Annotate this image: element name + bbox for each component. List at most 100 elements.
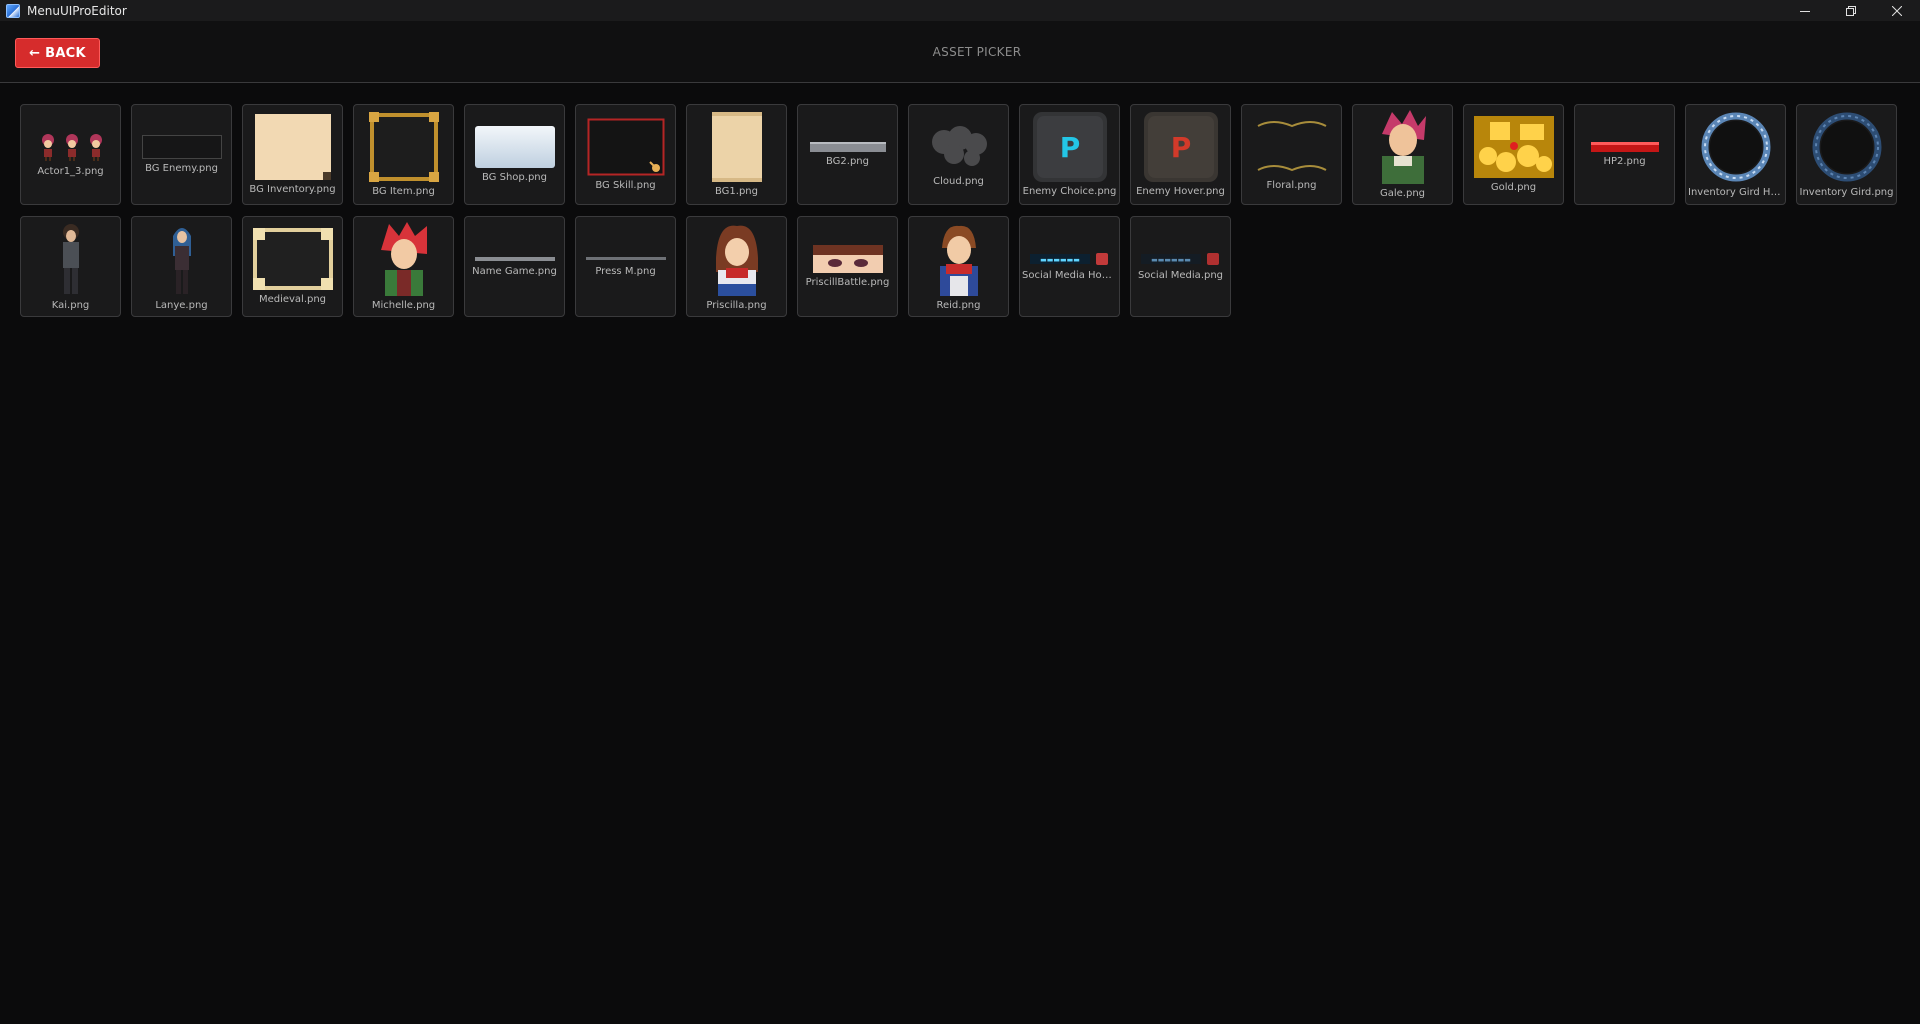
asset-label: Social Media.png (1137, 270, 1224, 281)
asset-label: Press M.png (595, 266, 656, 277)
social-banner-icon: ▬▬▬▬▬▬ (1140, 252, 1221, 266)
red-frame-icon (587, 118, 665, 176)
asset-tile[interactable]: BG Skill.png (575, 104, 676, 205)
asset-tile[interactable]: Priscilla.png (686, 216, 787, 317)
restore-button[interactable] (1828, 0, 1874, 21)
close-icon (1892, 5, 1902, 16)
asset-label: Social Media Hove... (1022, 270, 1117, 281)
asset-label: BG Item.png (372, 186, 435, 197)
close-button[interactable] (1874, 0, 1920, 21)
cloud-icon (924, 122, 994, 172)
asset-tile[interactable]: Floral.png (1241, 104, 1342, 205)
asset-tile[interactable]: BG1.png (686, 104, 787, 205)
asset-tile[interactable]: Medieval.png (242, 216, 343, 317)
asset-tile[interactable]: P Enemy Choice.png (1019, 104, 1120, 205)
asset-label: Lanye.png (155, 300, 208, 311)
asset-label: Gale.png (1379, 188, 1426, 199)
asset-grid: Actor1_3.png BG Enemy.png BG Inventory.png… (20, 104, 1897, 317)
asset-label: Priscilla.png (706, 300, 767, 311)
asset-label: Cloud.png (933, 176, 984, 187)
character-portrait-red-icon (373, 222, 435, 296)
asset-tile[interactable]: Michelle.png (353, 216, 454, 317)
asset-label: Inventory Gird.png (1799, 187, 1894, 198)
asset-tile[interactable]: BG2.png (797, 104, 898, 205)
asset-tile[interactable]: Name Game.png (464, 216, 565, 317)
character-portrait-brown-icon (706, 222, 768, 296)
window-title: MenuUIProEditor (27, 3, 127, 18)
asset-label: BG1.png (714, 186, 758, 197)
asset-tile[interactable]: ▬▬▬▬▬▬ Social Media Hove... (1019, 216, 1120, 317)
asset-label: BG Skill.png (595, 180, 656, 191)
page-title: ASSET PICKER (932, 45, 1022, 59)
asset-label: HP2.png (1603, 156, 1646, 167)
text-strip-small-icon (585, 256, 666, 262)
svg-text:▬▬▬▬▬▬: ▬▬▬▬▬▬ (1040, 256, 1080, 264)
asset-label: Inventory Gird Ho... (1688, 187, 1783, 198)
asset-label: Michelle.png (371, 300, 436, 311)
asset-label: Floral.png (1266, 180, 1317, 191)
light-panel-icon (474, 126, 555, 168)
parchment-scroll-icon (711, 112, 762, 182)
asset-tile[interactable]: Kai.png (20, 216, 121, 317)
svg-text:P: P (1059, 131, 1080, 164)
minimize-button[interactable] (1782, 0, 1828, 21)
asset-tile[interactable]: BG Inventory.png (242, 104, 343, 205)
asset-label: Reid.png (936, 300, 981, 311)
blue-ring-icon (1811, 111, 1883, 183)
window-controls (1782, 0, 1920, 21)
ornate-frame-icon (252, 228, 333, 290)
asset-tile[interactable]: Inventory Gird.png (1796, 104, 1897, 205)
restore-icon (1846, 5, 1856, 16)
asset-tile[interactable]: PriscillBattle.png (797, 216, 898, 317)
asset-tile[interactable]: Reid.png (908, 216, 1009, 317)
asset-label: Gold.png (1490, 182, 1537, 193)
asset-label: PriscillBattle.png (805, 277, 890, 288)
asset-tile[interactable]: Actor1_3.png (20, 104, 121, 205)
app-icon (6, 3, 20, 18)
asset-label: Medieval.png (258, 294, 327, 305)
asset-label: Enemy Choice.png (1022, 186, 1117, 197)
asset-label: Actor1_3.png (37, 166, 104, 177)
asset-label: BG Enemy.png (145, 163, 218, 174)
title-bar: MenuUIProEditor (0, 0, 1920, 21)
asset-tile[interactable]: ▬▬▬▬▬▬ Social Media.png (1130, 216, 1231, 317)
parchment-panel-icon (254, 114, 331, 180)
standing-character-blue-icon (167, 222, 197, 296)
standing-character-icon (56, 222, 86, 296)
svg-text:P: P (1170, 131, 1191, 164)
asset-tile[interactable]: Gale.png (1352, 104, 1453, 205)
asset-tile[interactable]: BG Shop.png (464, 104, 565, 205)
asset-tile[interactable]: BG Item.png (353, 104, 454, 205)
face-closeup-icon (812, 245, 883, 273)
svg-text:▬▬▬▬▬▬: ▬▬▬▬▬▬ (1151, 256, 1191, 264)
minimize-icon (1800, 10, 1810, 12)
asset-label: Name Game.png (472, 266, 557, 277)
asset-tile[interactable]: Lanye.png (131, 216, 232, 317)
floral-ornament-icon (1253, 118, 1331, 176)
asset-tile[interactable]: BG Enemy.png (131, 104, 232, 205)
chibi-sprites-icon (36, 132, 106, 162)
asset-tile[interactable]: Gold.png (1463, 104, 1564, 205)
asset-label: Kai.png (51, 300, 90, 311)
asset-label: BG2.png (825, 156, 869, 167)
stone-cyan-p-icon: P (1032, 112, 1107, 182)
stone-red-p-icon: P (1143, 112, 1218, 182)
asset-tile[interactable]: Cloud.png (908, 104, 1009, 205)
header: ← BACK ASSET PICKER (0, 21, 1920, 83)
asset-label: BG Inventory.png (249, 184, 336, 195)
text-strip-icon (474, 256, 555, 262)
gold-frame-icon (368, 112, 439, 182)
asset-tile[interactable]: HP2.png (1574, 104, 1675, 205)
asset-tile[interactable]: P Enemy Hover.png (1130, 104, 1231, 205)
gold-treasure-icon (1473, 116, 1554, 178)
red-hp-bar-icon (1590, 142, 1659, 152)
dark-panel-icon (141, 135, 222, 159)
social-banner-glow-icon: ▬▬▬▬▬▬ (1029, 252, 1110, 266)
asset-tile[interactable]: Press M.png (575, 216, 676, 317)
character-portrait-boy-icon (928, 222, 990, 296)
asset-label: BG Shop.png (482, 172, 547, 183)
blue-ring-glow-icon (1700, 111, 1772, 183)
asset-label: Enemy Hover.png (1136, 186, 1225, 197)
character-portrait-icon (1372, 110, 1434, 184)
asset-tile[interactable]: Inventory Gird Ho... (1685, 104, 1786, 205)
